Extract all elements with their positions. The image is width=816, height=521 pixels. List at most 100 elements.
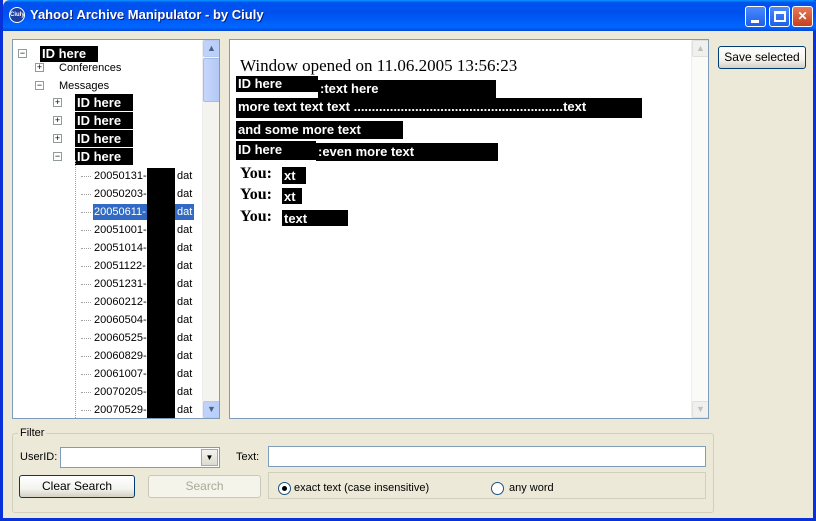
tree-item-label: Conferences bbox=[59, 62, 122, 74]
archive-tree[interactable]: − ID here + Conferences − Messages + ID … bbox=[12, 39, 220, 419]
tree-connector bbox=[81, 338, 91, 339]
window-title: Yahoo! Archive Manipulator - by Ciuly bbox=[30, 7, 264, 22]
you-label: You: bbox=[240, 186, 273, 203]
tree-file-ext: dat bbox=[177, 368, 193, 380]
tree-file-date: 20060212- bbox=[94, 296, 147, 308]
tree-file-ext: dat bbox=[177, 314, 193, 326]
tree-file-date: 20051014- bbox=[94, 242, 147, 254]
tree-file-ext: dat bbox=[177, 224, 193, 236]
tree-file-date: 20050611- bbox=[93, 204, 147, 220]
log-scrollbar[interactable]: ▲ ▼ bbox=[691, 40, 708, 418]
tree-connector bbox=[81, 392, 91, 393]
tree-file-ext: dat bbox=[177, 350, 193, 362]
tree-file-date: 20060504- bbox=[94, 314, 147, 326]
tree-connector bbox=[81, 248, 91, 249]
tree-file-date: 20051001- bbox=[94, 224, 147, 236]
tree-file-date: 20050131- bbox=[94, 170, 147, 182]
message-text: and some more text bbox=[236, 121, 403, 139]
tree-file-ext: dat bbox=[175, 204, 195, 220]
tree-connector bbox=[81, 266, 91, 267]
tree-file-date: 20051231- bbox=[94, 278, 147, 290]
radio-exact-label[interactable]: exact text (case insensitive) bbox=[294, 482, 429, 494]
tree-file-date: 20050203- bbox=[94, 188, 147, 200]
you-label: You: bbox=[240, 165, 273, 182]
tree-scrollbar[interactable]: ▲ ▼ bbox=[202, 40, 219, 418]
radio-exact[interactable] bbox=[278, 482, 291, 495]
text-label: Text: bbox=[236, 451, 260, 463]
expand-icon[interactable]: + bbox=[53, 116, 62, 125]
tree-connector bbox=[81, 410, 91, 411]
close-button[interactable]: ✕ bbox=[792, 6, 813, 27]
save-selected-button[interactable]: Save selected bbox=[718, 46, 806, 69]
clear-search-button[interactable]: Clear Search bbox=[19, 475, 135, 498]
scroll-up-icon[interactable]: ▲ bbox=[692, 40, 708, 57]
tree-file-date: 20060525- bbox=[94, 332, 147, 344]
tree-file-date: 20051122- bbox=[94, 260, 146, 272]
redaction-bar bbox=[147, 168, 175, 418]
tree-connector bbox=[81, 194, 91, 195]
tree-file-ext: dat bbox=[177, 404, 193, 416]
message-log[interactable]: Window opened on 11.06.2005 13:56:23 ID … bbox=[229, 39, 709, 419]
tree-file-ext: dat bbox=[177, 170, 193, 182]
radio-any-word[interactable] bbox=[491, 482, 504, 495]
you-label: You: bbox=[240, 208, 273, 225]
chevron-down-icon[interactable]: ▼ bbox=[201, 449, 218, 466]
tree-file-date: 20061007- bbox=[94, 368, 147, 380]
message-text: :even more text bbox=[316, 143, 498, 161]
tree-file-date: 20070205- bbox=[94, 386, 147, 398]
tree-item-label: ID here bbox=[75, 112, 133, 129]
sender-id: ID here bbox=[236, 141, 316, 160]
tree-item-label: ID here bbox=[75, 148, 133, 165]
collapse-icon[interactable]: − bbox=[18, 49, 27, 58]
expand-icon[interactable]: + bbox=[35, 63, 44, 72]
userid-label: UserID: bbox=[20, 451, 58, 463]
minimize-icon bbox=[751, 20, 759, 23]
message-text: more text text text ....................… bbox=[236, 98, 642, 118]
collapse-icon[interactable]: − bbox=[53, 152, 62, 161]
maximize-button[interactable] bbox=[769, 6, 790, 27]
message-text: xt bbox=[282, 188, 302, 204]
tree-connector bbox=[81, 176, 91, 177]
tree-file-date: 20070529- bbox=[94, 404, 147, 416]
tree-item-label: Messages bbox=[59, 80, 110, 92]
tree-connector bbox=[81, 302, 91, 303]
expand-icon[interactable]: + bbox=[53, 134, 62, 143]
maximize-icon bbox=[774, 11, 786, 22]
app-icon[interactable]: Ciuly bbox=[9, 7, 25, 23]
tree-file-ext: dat bbox=[177, 188, 193, 200]
tree-connector bbox=[81, 284, 91, 285]
minimize-button[interactable] bbox=[745, 6, 766, 27]
userid-combo[interactable]: ▼ bbox=[60, 447, 220, 468]
filter-label: Filter bbox=[18, 427, 47, 439]
tree-connector bbox=[81, 320, 91, 321]
tree-file-ext: dat bbox=[177, 386, 193, 398]
tree-file-ext: dat bbox=[177, 332, 193, 344]
tree-item-label: ID here bbox=[75, 130, 133, 147]
message-text: text bbox=[282, 210, 348, 226]
text-search-input[interactable] bbox=[268, 446, 706, 467]
radio-any-label[interactable]: any word bbox=[509, 482, 554, 494]
scroll-up-icon[interactable]: ▲ bbox=[203, 40, 219, 57]
message-text: xt bbox=[282, 167, 306, 184]
title-bar[interactable]: Ciuly Yahoo! Archive Manipulator - by Ci… bbox=[3, 0, 816, 31]
tree-file-ext: dat bbox=[177, 278, 193, 290]
tree-connector bbox=[81, 212, 91, 213]
tree-file-ext: dat bbox=[177, 242, 193, 254]
collapse-icon[interactable]: − bbox=[35, 81, 44, 90]
tree-connector bbox=[81, 356, 91, 357]
sender-id: ID here bbox=[236, 76, 318, 92]
search-button[interactable]: Search bbox=[148, 475, 261, 498]
tree-connector bbox=[81, 230, 91, 231]
scroll-thumb[interactable] bbox=[203, 58, 219, 102]
log-header: Window opened on 11.06.2005 13:56:23 bbox=[240, 56, 518, 75]
close-icon: ✕ bbox=[797, 9, 808, 23]
message-text: :text here bbox=[318, 80, 496, 98]
tree-file-date: 20060829- bbox=[94, 350, 147, 362]
tree-file-ext: dat bbox=[177, 296, 193, 308]
tree-guide-line bbox=[75, 160, 76, 418]
tree-item-label: ID here bbox=[75, 94, 133, 111]
expand-icon[interactable]: + bbox=[53, 98, 62, 107]
scroll-down-icon[interactable]: ▼ bbox=[692, 401, 708, 418]
scroll-down-icon[interactable]: ▼ bbox=[203, 401, 219, 418]
radio-dot-icon bbox=[282, 486, 287, 491]
